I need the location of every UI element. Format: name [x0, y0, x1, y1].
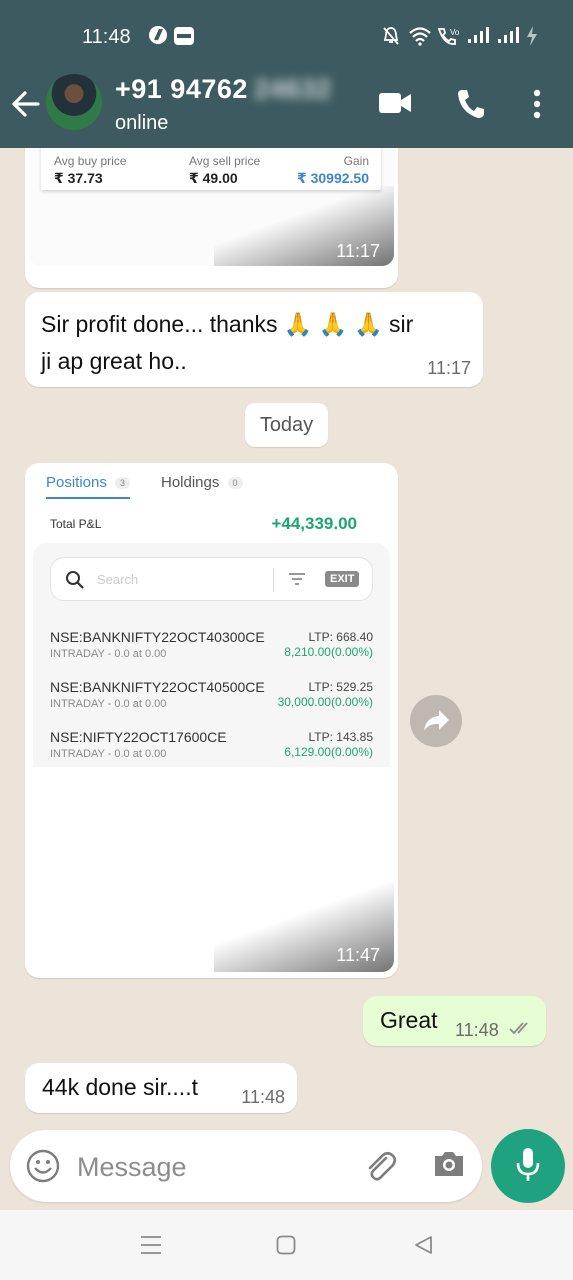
- status-bar: 11:48 Vo LTE: [0, 0, 573, 70]
- date-chip: Today: [245, 403, 328, 447]
- avg-buy-value: ₹ 37.73: [54, 170, 103, 186]
- home-icon[interactable]: [276, 1235, 296, 1260]
- positions-screenshot[interactable]: Positions 3 Holdings 0 Total P&L +44,339…: [29, 467, 394, 972]
- incoming-message[interactable]: Sir profit done... thanks 🙏 🙏 🙏 sir ji a…: [25, 292, 483, 387]
- wifi-icon: [408, 26, 432, 51]
- contact-name[interactable]: +91 94762 24632: [115, 74, 331, 105]
- summary-card: Avg buy price Avg sell price Gain ₹ 37.7…: [41, 148, 381, 190]
- status-notification-icon: [174, 27, 194, 50]
- image-timestamp: 11:17: [336, 241, 380, 261]
- message-input-bar[interactable]: Message: [10, 1130, 482, 1202]
- message-text: 44k done sir....t: [42, 1074, 198, 1100]
- mute-bell-icon: [382, 26, 400, 51]
- contact-status: online: [115, 112, 169, 134]
- trade-summary-image[interactable]: Avg buy price Avg sell price Gain ₹ 37.7…: [29, 148, 394, 266]
- position-row: NSE:BANKNIFTY22OCT40300CE INTRADAY - 0.0…: [50, 629, 373, 660]
- nav-back-icon[interactable]: [413, 1235, 433, 1260]
- message-input[interactable]: Message: [77, 1152, 187, 1183]
- battery-charging-icon: [526, 26, 538, 51]
- gain-value: ₹ 30992.50: [296, 170, 369, 186]
- tab-holdings: Holdings 0: [161, 474, 243, 491]
- tab-underline: [46, 497, 130, 499]
- avg-sell-value: ₹ 49.00: [189, 170, 238, 186]
- position-row: NSE:BANKNIFTY22OCT40500CE INTRADAY - 0.0…: [50, 679, 373, 710]
- status-app-icon: [148, 24, 168, 51]
- position-row: NSE:NIFTY22OCT17600CE INTRADAY - 0.0 at …: [50, 729, 373, 760]
- back-arrow-icon[interactable]: [10, 84, 42, 124]
- search-icon: [65, 570, 85, 595]
- attach-icon[interactable]: [362, 1148, 398, 1189]
- svg-text:Vo LTE: Vo LTE: [450, 28, 460, 37]
- positions-panel: Search EXIT NSE:BANKNIFTY22OCT40300CE IN…: [33, 543, 390, 767]
- search-divider: [273, 568, 274, 592]
- image-timestamp: 11:47: [336, 945, 380, 965]
- filter-icon: [288, 572, 306, 591]
- message-text: Great: [380, 1007, 438, 1033]
- outgoing-message[interactable]: Great 11:48: [363, 996, 546, 1046]
- exit-button: EXIT: [325, 571, 360, 587]
- incoming-message[interactable]: 44k done sir....t 11:48: [25, 1063, 297, 1113]
- total-pnl-label: Total P&L: [50, 517, 102, 531]
- emoji-icon[interactable]: [26, 1149, 60, 1188]
- voice-call-icon[interactable]: [456, 88, 486, 125]
- total-pnl-value: +44,339.00: [271, 514, 357, 533]
- system-nav-bar: [0, 1210, 573, 1280]
- message-text: Sir profit done... thanks 🙏 🙏 🙏 sir ji a…: [41, 311, 414, 374]
- search-box: Search EXIT: [50, 557, 373, 601]
- volte-call-icon: Vo LTE: [436, 26, 476, 51]
- contact-avatar[interactable]: [46, 74, 102, 130]
- avg-buy-label: Avg buy price: [54, 154, 127, 168]
- more-options-icon[interactable]: [532, 88, 542, 125]
- image-message-1[interactable]: Avg buy price Avg sell price Gain ₹ 37.7…: [25, 148, 398, 288]
- recent-apps-icon[interactable]: [140, 1235, 162, 1260]
- gain-label: Gain: [343, 154, 369, 168]
- message-time: 11:48: [455, 1020, 499, 1040]
- microphone-icon: [516, 1147, 540, 1190]
- tab-positions: Positions 3: [46, 474, 131, 491]
- chat-header: +91 94762 24632 online: [0, 70, 573, 148]
- double-check-icon: [509, 1020, 535, 1041]
- avg-sell-label: Avg sell price: [189, 154, 261, 168]
- signal-strength-1-icon: [466, 26, 490, 49]
- message-time: 11:48: [241, 1087, 285, 1107]
- forward-button[interactable]: [410, 695, 462, 747]
- status-time: 11:48: [82, 26, 131, 48]
- chat-area[interactable]: Avg buy price Avg sell price Gain ₹ 37.7…: [0, 148, 573, 1128]
- image-message-2[interactable]: Positions 3 Holdings 0 Total P&L +44,339…: [25, 463, 398, 978]
- video-call-icon[interactable]: [378, 90, 412, 121]
- signal-strength-2-icon: [496, 26, 520, 49]
- message-time: 11:17: [427, 358, 471, 378]
- mic-button[interactable]: [491, 1129, 565, 1203]
- camera-icon[interactable]: [432, 1149, 466, 1184]
- search-placeholder: Search: [97, 572, 139, 587]
